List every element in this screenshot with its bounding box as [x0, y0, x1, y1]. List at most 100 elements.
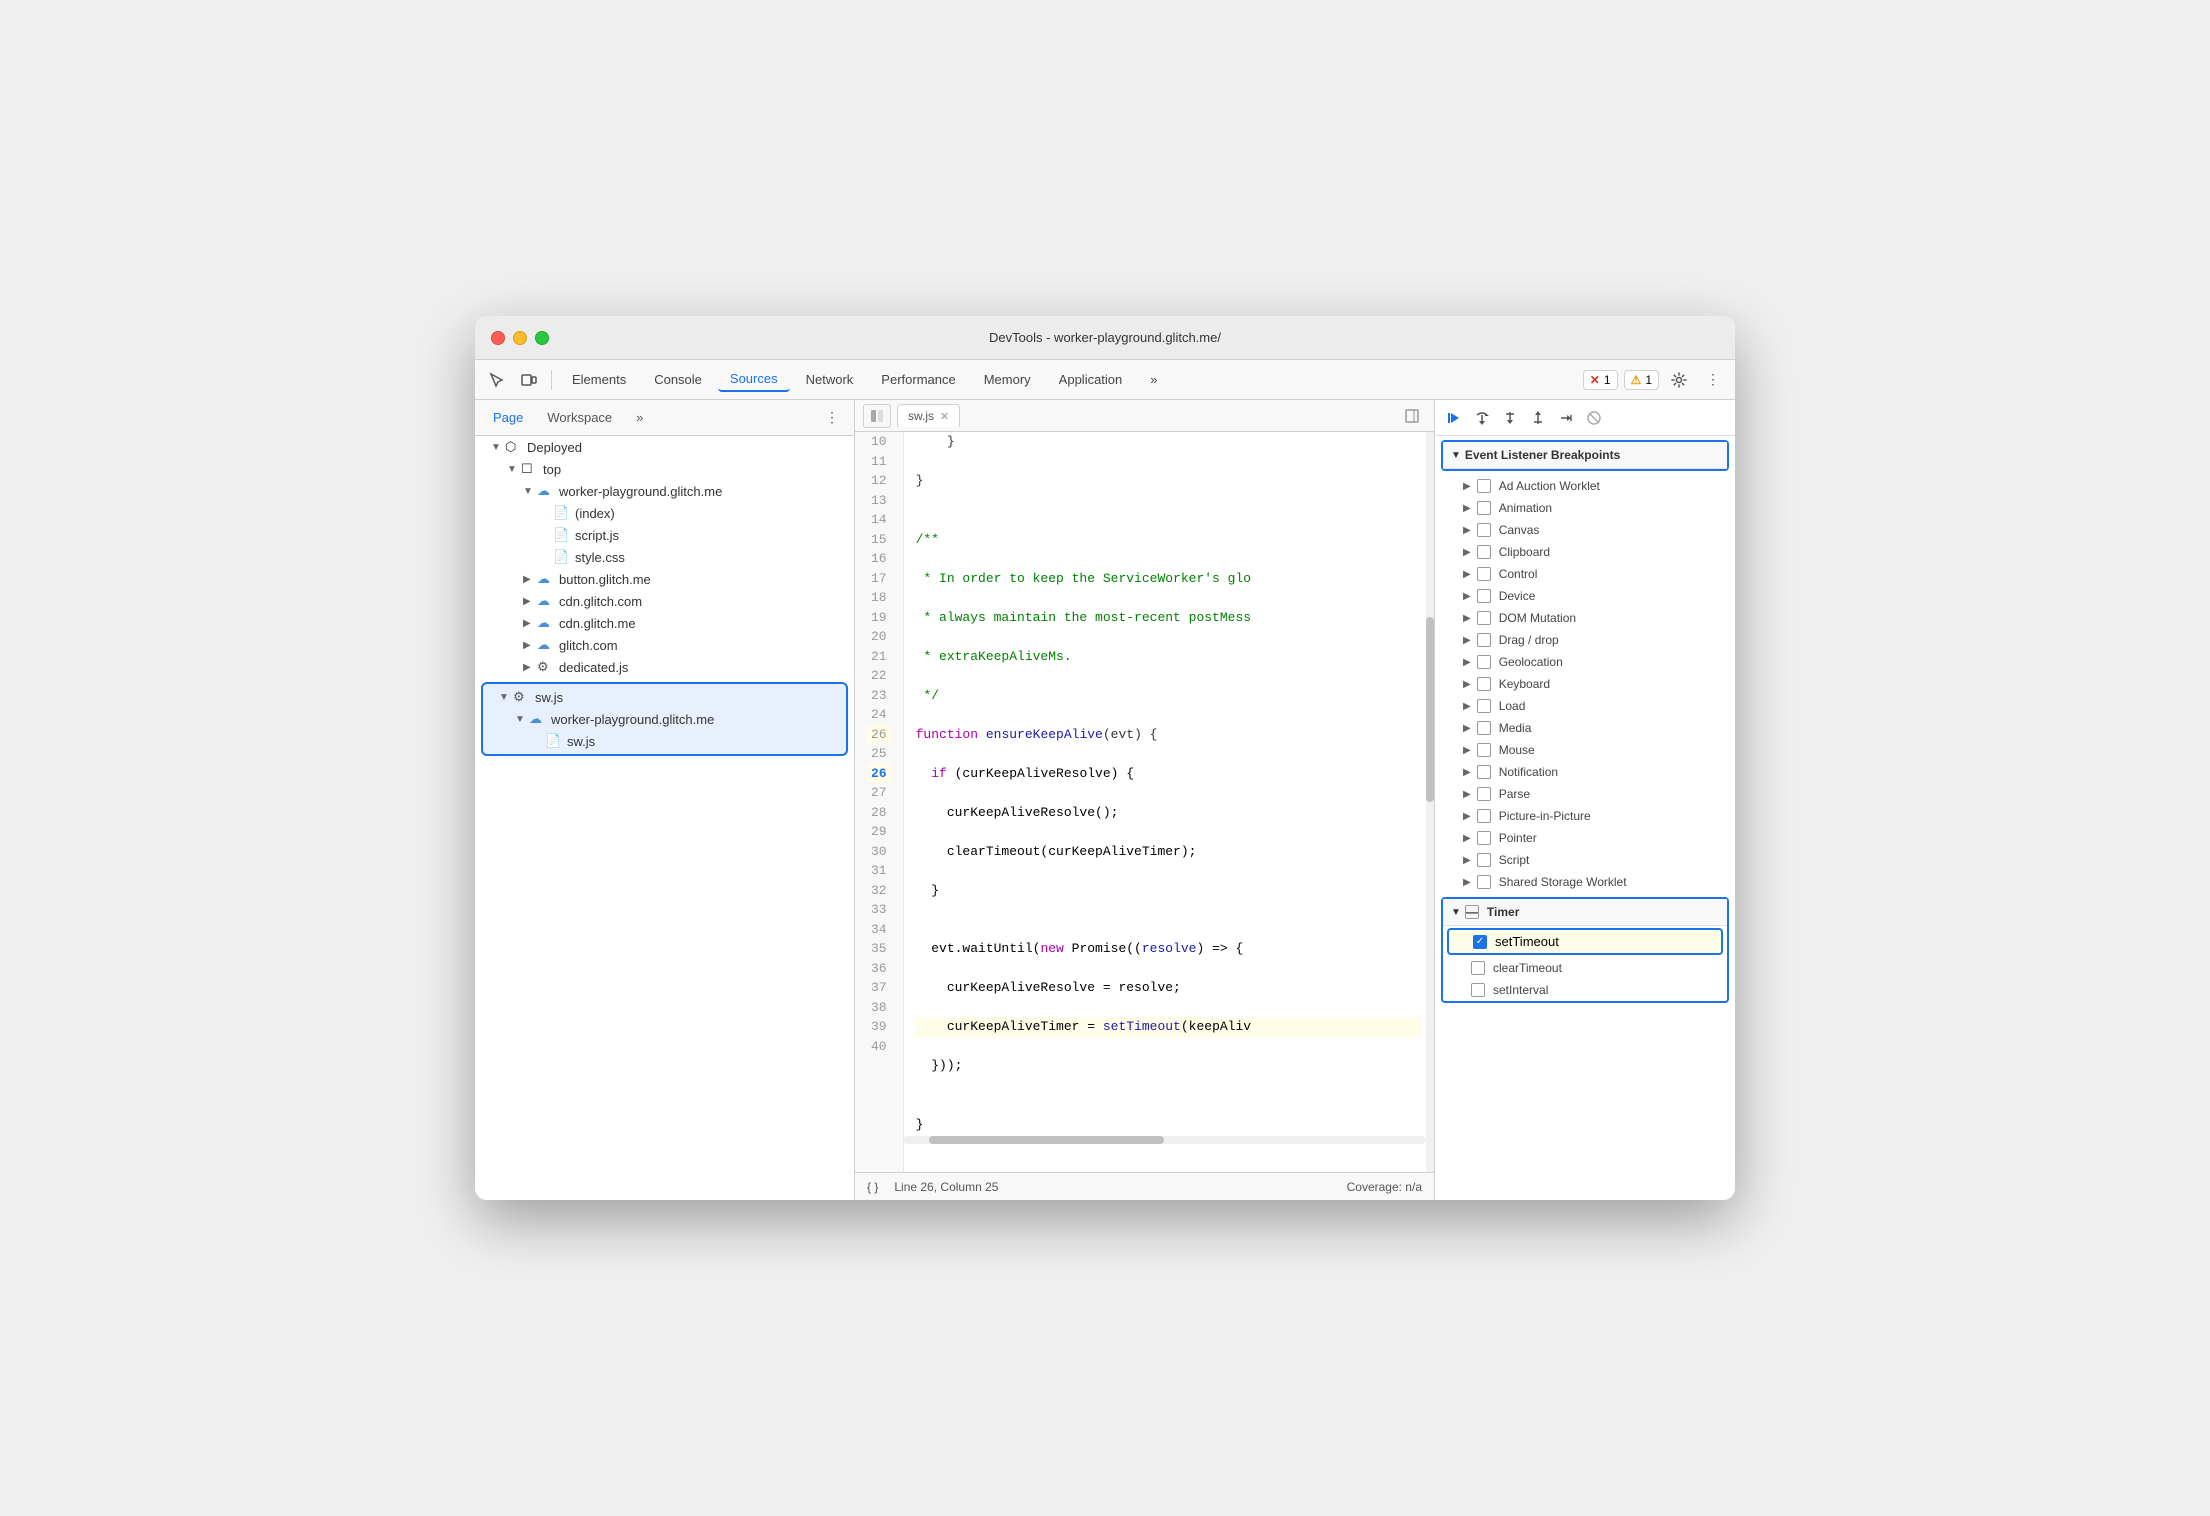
- checkbox-picture-in-picture[interactable]: [1477, 809, 1491, 823]
- tab-console[interactable]: Console: [642, 368, 714, 391]
- step-out-icon[interactable]: [1527, 407, 1549, 429]
- bp-item-load[interactable]: ▶ Load: [1435, 695, 1735, 717]
- step-icon[interactable]: [1555, 407, 1577, 429]
- horizontal-scrollbar-thumb[interactable]: [929, 1136, 1164, 1144]
- tree-item-worker-playground-sw[interactable]: ▼ ☁ worker-playground.glitch.me: [483, 708, 846, 730]
- settings-icon[interactable]: [1665, 366, 1693, 394]
- clear-timeout-item[interactable]: clearTimeout: [1443, 957, 1727, 979]
- tab-memory[interactable]: Memory: [972, 368, 1043, 391]
- tab-sources[interactable]: Sources: [718, 367, 790, 392]
- bp-item-animation[interactable]: ▶ Animation: [1435, 497, 1735, 519]
- file-tree-more-icon[interactable]: ⋮: [818, 404, 846, 432]
- checkbox-control[interactable]: [1477, 567, 1491, 581]
- resume-icon[interactable]: [1443, 407, 1465, 429]
- horizontal-scrollbar-track[interactable]: [903, 1136, 1426, 1144]
- inspect-icon[interactable]: [483, 366, 511, 394]
- bp-item-pointer[interactable]: ▶ Pointer: [1435, 827, 1735, 849]
- bp-item-keyboard[interactable]: ▶ Keyboard: [1435, 673, 1735, 695]
- checkbox-dom-mutation[interactable]: [1477, 611, 1491, 625]
- collapse-sidebar-icon[interactable]: [863, 404, 891, 428]
- tab-application[interactable]: Application: [1047, 368, 1135, 391]
- checkbox-shared-storage[interactable]: [1477, 875, 1491, 889]
- tab-more[interactable]: »: [1138, 368, 1169, 391]
- tree-item-index[interactable]: 📄 (index): [475, 502, 854, 524]
- arrow-top: ▼: [507, 464, 521, 475]
- tree-item-top[interactable]: ▼ ☐ top: [475, 458, 854, 480]
- tree-item-glitch-com[interactable]: ▶ ☁ glitch.com: [475, 634, 854, 656]
- bp-item-shared-storage[interactable]: ▶ Shared Storage Worklet: [1435, 871, 1735, 893]
- checkbox-pointer[interactable]: [1477, 831, 1491, 845]
- bp-item-dom-mutation[interactable]: ▶ DOM Mutation: [1435, 607, 1735, 629]
- checkbox-device[interactable]: [1477, 589, 1491, 603]
- tab-performance[interactable]: Performance: [869, 368, 967, 391]
- bp-item-control[interactable]: ▶ Control: [1435, 563, 1735, 585]
- minimize-button[interactable]: [513, 331, 527, 345]
- checkbox-notification[interactable]: [1477, 765, 1491, 779]
- checkbox-drag-drop[interactable]: [1477, 633, 1491, 647]
- checkbox-clipboard[interactable]: [1477, 545, 1491, 559]
- set-interval-checkbox[interactable]: [1471, 983, 1485, 997]
- tree-item-style-css[interactable]: 📄 style.css: [475, 546, 854, 568]
- tree-item-dedicated-js[interactable]: ▶ ⚙ dedicated.js: [475, 656, 854, 678]
- bp-item-drag-drop[interactable]: ▶ Drag / drop: [1435, 629, 1735, 651]
- clear-timeout-checkbox[interactable]: [1471, 961, 1485, 975]
- sub-tab-workspace[interactable]: Workspace: [537, 406, 622, 429]
- event-listener-breakpoints-header[interactable]: ▼ Event Listener Breakpoints: [1443, 442, 1727, 469]
- deactivate-breakpoints-icon[interactable]: [1583, 407, 1605, 429]
- checkbox-keyboard[interactable]: [1477, 677, 1491, 691]
- step-over-icon[interactable]: [1471, 407, 1493, 429]
- bp-item-picture-in-picture[interactable]: ▶ Picture-in-Picture: [1435, 805, 1735, 827]
- bp-item-canvas[interactable]: ▶ Canvas: [1435, 519, 1735, 541]
- bp-item-notification[interactable]: ▶ Notification: [1435, 761, 1735, 783]
- bp-item-media[interactable]: ▶ Media: [1435, 717, 1735, 739]
- checkbox-animation[interactable]: [1477, 501, 1491, 515]
- scrollbar-thumb[interactable]: [1426, 617, 1434, 802]
- warn-badge[interactable]: ⚠ 1: [1624, 370, 1659, 390]
- checkbox-canvas[interactable]: [1477, 523, 1491, 537]
- tab-network[interactable]: Network: [794, 368, 866, 391]
- more-options-icon[interactable]: ⋮: [1699, 366, 1727, 394]
- format-button[interactable]: { }: [867, 1180, 878, 1194]
- set-interval-item[interactable]: setInterval: [1443, 979, 1727, 1001]
- expand-parse: ▶: [1463, 789, 1471, 800]
- tree-item-worker-playground-main[interactable]: ▼ ☁ worker-playground.glitch.me: [475, 480, 854, 502]
- sub-tab-page[interactable]: Page: [483, 406, 533, 429]
- checkbox-parse[interactable]: [1477, 787, 1491, 801]
- tree-item-sw-js-file[interactable]: 📄 sw.js: [483, 730, 846, 752]
- set-timeout-checkbox[interactable]: [1473, 935, 1487, 949]
- checkbox-ad-auction[interactable]: [1477, 479, 1491, 493]
- tree-item-cdn-glitch-me[interactable]: ▶ ☁ cdn.glitch.me: [475, 612, 854, 634]
- tree-item-deployed[interactable]: ▼ ⬡ Deployed: [475, 436, 854, 458]
- tree-item-sw-js-root[interactable]: ▼ ⚙ sw.js: [483, 686, 846, 708]
- tab-elements[interactable]: Elements: [560, 368, 638, 391]
- bp-item-geolocation[interactable]: ▶ Geolocation: [1435, 651, 1735, 673]
- code-tab-close[interactable]: ✕: [940, 410, 949, 423]
- bp-item-script[interactable]: ▶ Script: [1435, 849, 1735, 871]
- maximize-button[interactable]: [535, 331, 549, 345]
- timer-section-header[interactable]: ▼ — Timer: [1443, 899, 1727, 926]
- tree-item-button-glitch[interactable]: ▶ ☁ button.glitch.me: [475, 568, 854, 590]
- checkbox-media[interactable]: [1477, 721, 1491, 735]
- bp-item-device[interactable]: ▶ Device: [1435, 585, 1735, 607]
- bp-item-parse[interactable]: ▶ Parse: [1435, 783, 1735, 805]
- bp-item-clipboard[interactable]: ▶ Clipboard: [1435, 541, 1735, 563]
- code-tab-sw-js[interactable]: sw.js ✕: [897, 404, 960, 427]
- timer-checkbox[interactable]: —: [1465, 905, 1479, 919]
- scrollbar-track[interactable]: [1426, 432, 1434, 1172]
- checkbox-mouse[interactable]: [1477, 743, 1491, 757]
- device-toggle-icon[interactable]: [515, 366, 543, 394]
- step-into-icon[interactable]: [1499, 407, 1521, 429]
- error-badge[interactable]: ✕ 1: [1583, 370, 1618, 390]
- close-button[interactable]: [491, 331, 505, 345]
- bp-item-mouse[interactable]: ▶ Mouse: [1435, 739, 1735, 761]
- checkbox-script[interactable]: [1477, 853, 1491, 867]
- checkbox-geolocation[interactable]: [1477, 655, 1491, 669]
- tree-item-cdn-glitch-com[interactable]: ▶ ☁ cdn.glitch.com: [475, 590, 854, 612]
- code-content-area[interactable]: 1011121314 1516171819 2021222324 26 25 2…: [855, 432, 1434, 1172]
- set-timeout-item[interactable]: setTimeout: [1447, 928, 1723, 955]
- sub-tab-more[interactable]: »: [626, 406, 653, 429]
- bp-item-ad-auction[interactable]: ▶ Ad Auction Worklet: [1435, 475, 1735, 497]
- checkbox-load[interactable]: [1477, 699, 1491, 713]
- expand-panel-icon[interactable]: [1398, 404, 1426, 428]
- tree-item-script-js[interactable]: 📄 script.js: [475, 524, 854, 546]
